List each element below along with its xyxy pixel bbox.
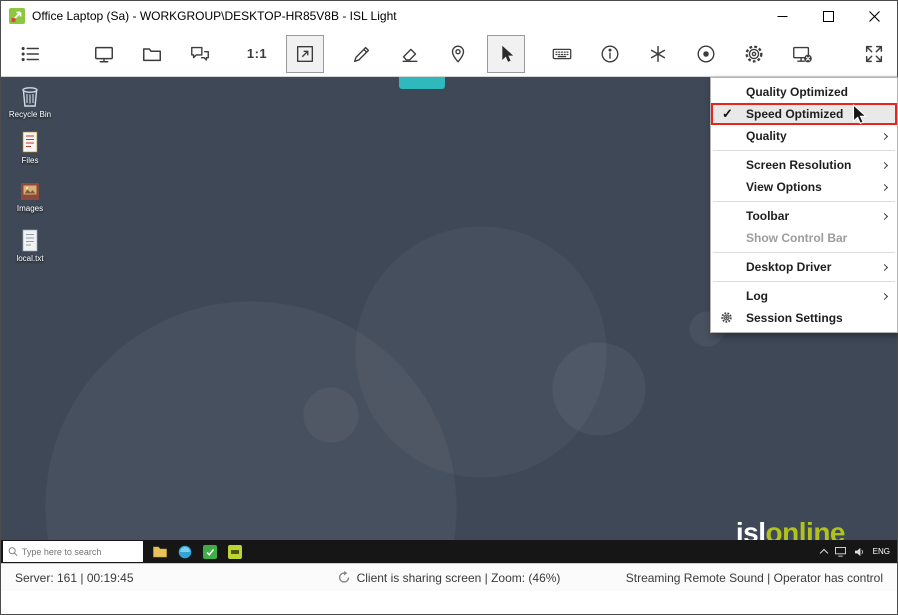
desktop-icon-label: local.txt [16,254,44,263]
tray-chevron-up-icon[interactable] [819,548,828,558]
keyboard-button[interactable] [543,35,581,73]
checkmark-icon: ✓ [722,106,733,121]
maximize-icon [822,10,834,22]
menu-item-toolbar[interactable]: Toolbar [711,205,897,227]
record-button[interactable] [687,35,725,73]
text-file-icon [22,229,38,252]
desktop-icon-label: Recycle Bin [8,110,52,119]
desktop-icon-label: Images [16,204,44,213]
fullscreen-expand-icon [865,45,883,62]
chat-bubbles-icon [191,46,209,61]
search-icon [8,547,18,556]
scale-1to1-button[interactable]: 1:1 [238,35,276,73]
recycle-bin-icon [22,87,38,107]
gear-icon [745,45,763,62]
desktop-icon-images[interactable]: Images [6,181,54,213]
eraser-button[interactable] [391,35,429,73]
menu-item-quality[interactable]: Quality [711,125,897,147]
desktop-icon-local-txt[interactable]: local.txt [6,229,54,263]
file-transfer-button[interactable] [133,35,171,73]
system-tray: ENG [819,546,897,558]
submenu-arrow-icon [880,212,889,220]
annotate-pen-button[interactable] [343,35,381,73]
tray-display-icon[interactable] [834,546,846,557]
settings-dropdown-menu: Quality Optimized ✓ Speed Optimized Qual… [710,77,898,333]
maximize-button[interactable] [805,1,851,31]
location-pin-icon [451,45,465,62]
submenu-arrow-icon [880,263,889,271]
desktop-icon-files[interactable]: Files [6,131,54,165]
menu-separator [713,252,895,253]
menu-item-session-settings[interactable]: Session Settings [711,307,897,329]
asterisk-tools-icon [650,45,666,62]
status-sharing-zoom: Client is sharing screen | Zoom: (46%) [356,570,561,585]
taskbar-app-folder-icon[interactable] [153,545,167,558]
search-input[interactable] [21,546,138,557]
images-icon [21,183,39,200]
info-icon [601,45,619,62]
minimize-icon [777,15,787,17]
submenu-arrow-icon [880,183,889,191]
desktop-icon-recycle-bin[interactable]: Recycle Bin [6,85,54,119]
isl-light-window: Office Laptop (Sa) - WORKGROUP\DESKTOP-H… [0,0,898,615]
app-icon [9,8,25,24]
keyboard-icon [552,48,572,59]
toolbar: 1:1 [1,31,897,77]
settings-gear-button[interactable] [735,35,773,73]
menu-separator [713,281,895,282]
disconnect-desktop-button[interactable] [783,35,821,73]
menu-item-view-options[interactable]: View Options [711,176,897,198]
scale-label: 1:1 [246,46,268,61]
statusbar: Server: 161 | 00:19:45 Client is sharing… [1,563,897,591]
menu-item-quality-optimized[interactable]: Quality Optimized [711,81,897,103]
window-title: Office Laptop (Sa) - WORKGROUP\DESKTOP-H… [32,9,397,23]
cursor-select-button[interactable] [487,34,525,73]
chat-button[interactable] [181,35,219,73]
monitor-close-icon [793,46,812,62]
taskbar-app-yellowgreen-icon[interactable] [228,544,242,559]
desktop-view-button[interactable] [85,35,123,73]
taskbar-search[interactable] [3,541,143,562]
remote-taskbar: ENG [1,540,897,563]
list-menu-icon [21,46,39,61]
taskbar-app-green-icon[interactable] [203,544,217,559]
status-sound-control: Streaming Remote Sound | Operator has co… [625,570,883,585]
submenu-arrow-icon [880,132,889,140]
menu-item-log[interactable]: Log [711,285,897,307]
pen-icon [353,46,370,62]
tray-speaker-icon[interactable] [854,547,865,557]
session-menu-button[interactable] [11,35,49,73]
files-icon [22,131,38,153]
menu-item-desktop-driver[interactable]: Desktop Driver [711,256,897,278]
monitor-icon [95,46,113,63]
menu-item-show-control-bar[interactable]: Show Control Bar [711,227,897,249]
tools-button[interactable] [639,35,677,73]
tray-language[interactable]: ENG [873,547,890,556]
desktop-icon-label: Files [21,156,39,165]
fit-screen-button[interactable] [286,34,324,73]
close-button[interactable] [851,1,897,31]
submenu-arrow-icon [880,161,889,169]
gear-icon [721,312,732,323]
menu-item-speed-optimized[interactable]: ✓ Speed Optimized [711,103,897,125]
fullscreen-button[interactable] [855,35,893,73]
status-server-timer: Server: 161 | 00:19:45 [15,570,134,585]
menu-separator [713,201,895,202]
pointer-pin-button[interactable] [439,35,477,73]
close-icon [868,10,880,22]
menu-separator [713,150,895,151]
folder-icon [143,47,161,61]
minimize-button[interactable] [759,1,805,31]
record-target-icon [697,45,715,62]
sharing-refresh-icon [338,571,350,583]
info-button[interactable] [591,35,629,73]
cursor-arrow-icon [502,45,514,62]
taskbar-app-browser-icon[interactable] [178,545,192,559]
control-bar-tab[interactable] [399,77,445,89]
submenu-arrow-icon [880,292,889,300]
titlebar: Office Laptop (Sa) - WORKGROUP\DESKTOP-H… [1,1,897,31]
eraser-icon [402,48,418,62]
menu-item-screen-resolution[interactable]: Screen Resolution [711,154,897,176]
fit-screen-icon [296,45,314,62]
